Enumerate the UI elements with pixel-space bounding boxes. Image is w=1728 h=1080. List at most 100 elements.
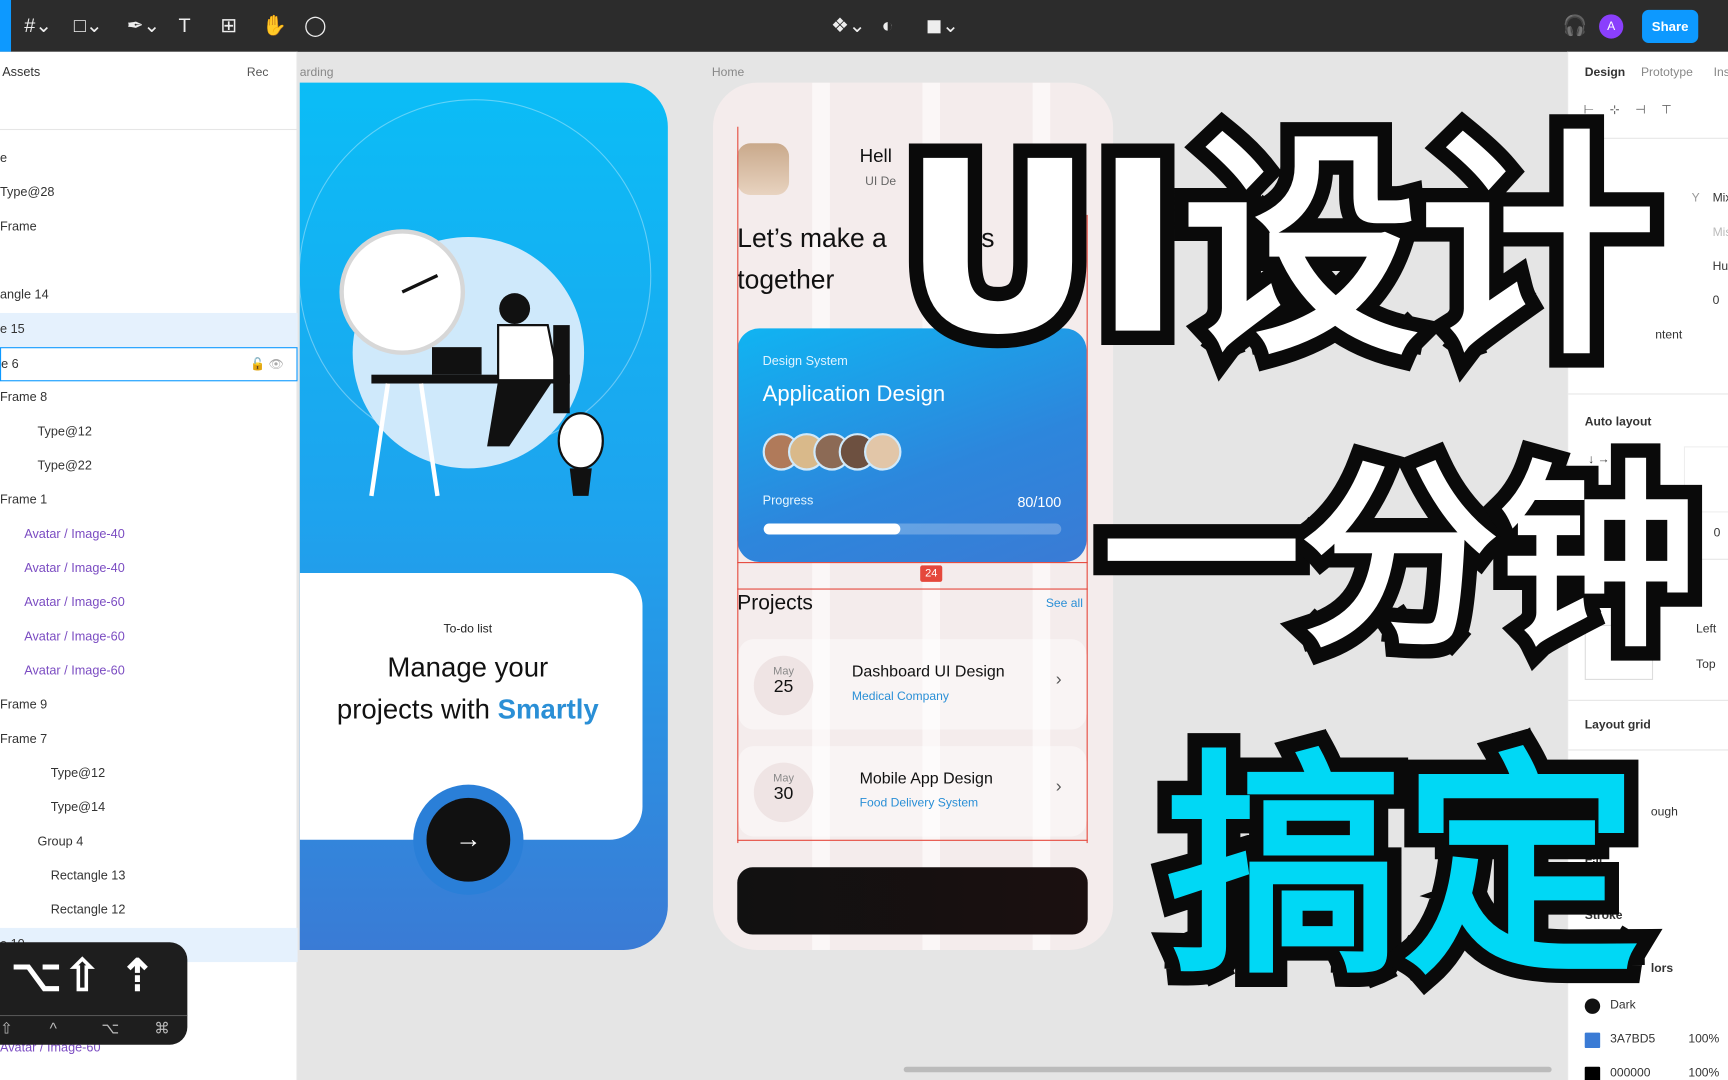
layer-name: Frame 8 [0,391,48,405]
layer-row[interactable]: Avatar / Image-60 [0,655,298,689]
project-client: Medical Company [851,689,949,704]
avatar[interactable]: A [1599,14,1624,39]
page-selector[interactable]: Rec [247,66,269,79]
clip-content-checkbox[interactable]: ntent [1655,328,1682,341]
control-key-icon: ^ [49,1019,57,1038]
see-all-link[interactable]: See all [1046,597,1083,610]
headline: Let’s make a [737,223,887,254]
main-menu-button[interactable] [0,0,12,52]
illustration-person-at-desk [339,229,604,497]
boolean-icon[interactable]: ◼⌄ [926,13,959,37]
card-kicker: To-do list [443,622,493,636]
hand-icon[interactable]: ✋ [262,13,287,37]
command-key-icon: ⌘ [154,1019,170,1038]
lock-visibility-icons[interactable]: 🔓 👁 [250,348,284,382]
components-icon[interactable]: ❖⌄ [831,13,865,37]
tab-design[interactable]: Design [1585,66,1625,79]
progress-value: 80/100 [1017,493,1062,511]
toolbar: #⌄ □⌄ ✒⌄ T ⊞ ✋ ◯ ❖⌄ ◐ ◼⌄ 🎧 A Share [0,0,1728,52]
layer-name: Type@12 [50,767,106,781]
shift-key-icon: ⇧ [63,952,101,1001]
resources-icon[interactable]: ⊞ [220,13,237,37]
frame-label-home[interactable]: Home [712,66,744,79]
layer-name: e 6 [1,358,19,372]
layer-row[interactable]: Type@12 [0,415,298,449]
layer-row[interactable]: e 6 🔓 👁 [0,347,298,382]
constraint-vertical[interactable]: Top [1696,658,1716,671]
layer-name: Type@22 [37,459,92,473]
layer-row[interactable]: e 15 [0,312,298,348]
layer-row[interactable] [0,245,298,279]
keystroke-overlay: ⌥ ⇧ ⇡ ⇧ ^ ⌥ ⌘ [0,942,188,1045]
layer-row[interactable]: Frame 9 [0,689,298,723]
layers-panel: Assets Rec e Type@28 Frame angle 14 e 15 e 6 🔓… [0,51,298,1080]
layer-name: e 15 [0,322,25,337]
layer-row[interactable]: Type@22 [0,450,298,484]
horizontal-scrollbar[interactable] [903,1066,1552,1073]
project-row[interactable]: May 25 Dashboard UI Design Medical Compa… [738,639,1087,730]
headphones-icon[interactable]: 🎧 [1563,13,1588,37]
layer-row[interactable]: Frame [0,210,298,244]
project-client: Food Delivery System [859,796,979,810]
progress-fill [763,523,901,535]
assets-tab[interactable]: Assets [2,66,40,79]
profile-avatar[interactable] [737,143,790,196]
layer-row[interactable]: Frame 8 [0,381,298,415]
bottom-nav-bar[interactable] [737,867,1088,935]
date-badge: May 25 [753,655,814,716]
card-title-line2: projects with Smartly [336,694,599,726]
layer-row[interactable]: Type@28 [0,176,298,210]
progress-bar [763,523,1062,535]
radius-input[interactable]: 0 [1713,294,1720,307]
color-style-row[interactable]: 3A7BD5 100% [1584,1030,1728,1052]
layer-row[interactable]: Avatar / Image-40 [0,518,298,552]
layer-row[interactable]: Rectangle 12 [0,894,298,928]
layer-row[interactable]: Avatar / Image-40 [0,552,298,586]
frame-label-onboarding[interactable]: arding [300,66,334,79]
layer-row[interactable]: Group 4 [0,825,298,859]
brand-accent: Smartly [497,694,599,726]
contrast-icon[interactable]: ◐ [882,13,894,37]
layer-name: Avatar / Image-40 [24,527,125,542]
spacing-badge: 24 [920,565,943,582]
project-title: Dashboard UI Design [851,663,1005,682]
share-button[interactable]: Share [1642,9,1699,43]
color-swatch [1584,1032,1601,1049]
constraint-horizontal[interactable]: Left [1696,623,1716,636]
blend-mode-select[interactable]: ough [1651,806,1678,819]
layer-row[interactable]: Rectangle 13 [0,860,298,894]
tab-prototype[interactable]: Prototype [1641,66,1693,79]
chevron-right-icon[interactable]: › [1056,670,1062,690]
layer-name: Rectangle 12 [50,903,126,917]
layer-name: angle 14 [0,288,49,302]
option-key-icon: ⌥ [11,952,62,1001]
tab-inspect[interactable]: Ins [1714,66,1728,79]
overlay-title-line2: 一分钟 [1088,444,1712,675]
next-button[interactable]: → [426,797,511,882]
text-icon[interactable]: T [179,13,191,37]
padding-input[interactable]: 0 [1714,527,1721,540]
layer-name: e [0,152,8,166]
comment-icon[interactable]: ◯ [304,13,326,37]
layer-row[interactable]: Frame 1 [0,484,298,518]
hug-select[interactable]: Hu [1713,260,1728,273]
layer-row[interactable]: Type@14 [0,791,298,825]
layer-name: Type@12 [37,425,92,439]
divider [0,128,298,131]
project-row[interactable]: May 30 Mobile App Design Food Delivery S… [738,746,1087,837]
layer-row[interactable]: e [0,142,298,176]
layer-row[interactable]: Avatar / Image-60 [0,586,298,620]
layer-row[interactable]: Avatar / Image-60 [0,620,298,654]
onboarding-frame[interactable]: To-do list Manage your projects with Sma… [299,82,668,950]
frame-icon[interactable]: #⌄ [24,13,52,37]
date-badge: May 30 [753,762,814,823]
layer-row[interactable]: angle 14 [0,279,298,313]
layer-row[interactable]: Type@12 [0,757,298,791]
layer-row[interactable]: Frame 7 [0,723,298,757]
color-style-row[interactable]: 000000 100% [1584,1065,1728,1080]
layer-name: Avatar / Image-60 [24,664,125,678]
chevron-right-icon[interactable]: › [1056,777,1062,797]
pen-icon[interactable]: ✒⌄ [127,13,160,37]
rectangle-icon[interactable]: □⌄ [74,13,103,37]
card-title-line1: Manage your [387,652,549,684]
